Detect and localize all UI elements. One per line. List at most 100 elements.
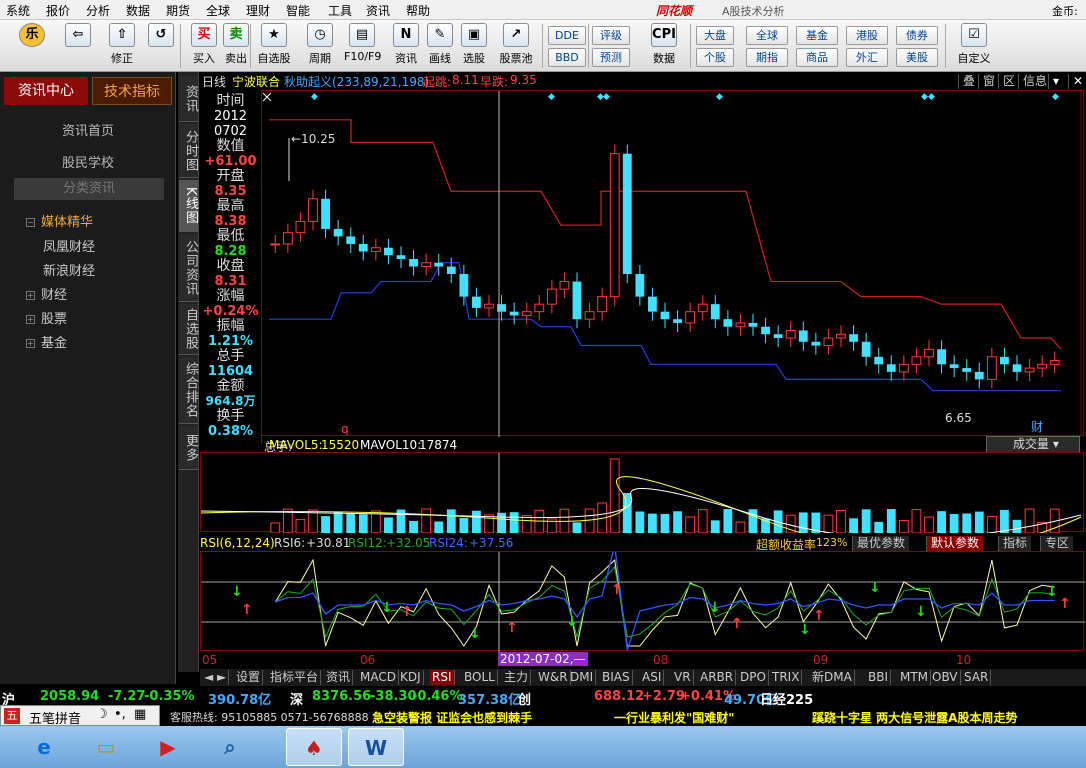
- menu-2[interactable]: 分析: [86, 2, 110, 19]
- menu-5[interactable]: 全球: [206, 2, 230, 19]
- toolbar-button-3[interactable]: ↺: [143, 23, 179, 69]
- indicator-tab-15[interactable]: TRIX: [770, 670, 803, 685]
- ime-bar[interactable]: 五 五笔拼音 ☽ •, ▦: [0, 705, 160, 727]
- tree-item-ifeng[interactable]: 凤凰财经: [43, 236, 95, 255]
- kline-chart[interactable]: ◆ ◆ ◆ ◆ ◆ ◆ ◆ ◆ ←10.25 6.65 财 q: [200, 90, 1084, 437]
- indicator-tab-2[interactable]: 资讯: [324, 670, 354, 685]
- toolbar-button-1[interactable]: ⇦: [60, 23, 96, 69]
- quick-button-0[interactable]: DDE: [548, 26, 586, 45]
- tree-item-finance[interactable]: + 财经: [26, 284, 67, 303]
- quick-button-13[interactable]: 美股: [896, 48, 938, 67]
- indicator-tab-18[interactable]: MTM: [898, 670, 932, 685]
- tab-info-center[interactable]: 资讯中心: [4, 77, 88, 105]
- range-button[interactable]: 区: [998, 74, 1019, 89]
- indicator-tab-19[interactable]: OBV: [930, 670, 961, 685]
- menu-3[interactable]: 数据: [126, 2, 150, 19]
- toolbar-button-11[interactable]: ▣ 选股: [456, 23, 492, 69]
- menu-4[interactable]: 期货: [166, 2, 190, 19]
- quick-button-8[interactable]: 基金: [796, 26, 838, 45]
- word-icon[interactable]: W: [348, 728, 404, 766]
- indicator-tab-3[interactable]: MACD: [358, 670, 399, 685]
- media-icon[interactable]: ▶: [140, 728, 196, 766]
- indicator-tab-7[interactable]: 主力: [502, 670, 532, 685]
- toolbar-button-5[interactable]: 卖卖出: [218, 23, 254, 69]
- ie-icon[interactable]: e: [16, 728, 72, 766]
- indicator-tab-8[interactable]: W&R: [536, 670, 571, 685]
- toolbar-button-2[interactable]: ⇧ 修正: [104, 23, 140, 69]
- toolbar-button-0[interactable]: 乐: [14, 23, 50, 69]
- search-app-icon[interactable]: ⌕: [202, 728, 258, 766]
- quick-button-6[interactable]: 全球: [746, 26, 788, 45]
- overlay-button[interactable]: 叠: [958, 74, 979, 89]
- indicator-button[interactable]: 指标: [998, 536, 1032, 551]
- tree-item-sina[interactable]: 新浪财经: [43, 260, 95, 279]
- indicator-tab-17[interactable]: BBI: [866, 670, 892, 685]
- menu-7[interactable]: 智能: [286, 2, 310, 19]
- window-button[interactable]: 窗: [978, 74, 999, 89]
- indicator-select[interactable]: 成交量 ▾: [986, 436, 1080, 453]
- default-params-button[interactable]: 默认参数: [926, 536, 984, 551]
- quick-button-3[interactable]: 预测: [592, 48, 630, 67]
- keyboard-icon[interactable]: ▦: [134, 707, 146, 722]
- news-item[interactable]: 一行业暴利发"国难财": [614, 709, 735, 726]
- indicator-tab-10[interactable]: BIAS: [600, 670, 633, 685]
- menu-1[interactable]: 报价: [46, 2, 70, 19]
- indicator-tab-1[interactable]: 指标平台: [268, 670, 322, 685]
- tree-item-funds[interactable]: + 基金: [26, 332, 67, 351]
- toolbar-button-8[interactable]: ▤ F10/F9: [344, 23, 381, 69]
- quick-button-9[interactable]: 商品: [796, 48, 838, 67]
- toolbar-button-7[interactable]: ◷ 周期: [302, 23, 338, 69]
- vtab-5[interactable]: 综合排名: [179, 357, 198, 424]
- toolbar-button-14[interactable]: ☑ 自定义: [956, 23, 992, 69]
- indicator-tab-0[interactable]: 设置: [234, 670, 264, 685]
- toolbar-button-9[interactable]: N 资讯: [388, 23, 424, 69]
- optimal-params-button[interactable]: 最优参数: [852, 536, 910, 551]
- link-investor-school[interactable]: 股民学校: [0, 152, 176, 171]
- folder-icon[interactable]: ▭: [78, 728, 134, 766]
- indicator-tab-14[interactable]: DPO: [738, 670, 769, 685]
- quick-button-12[interactable]: 债券: [896, 26, 938, 45]
- close-icon[interactable]: ✕: [1068, 74, 1086, 89]
- zone-button[interactable]: 专区: [1040, 536, 1074, 551]
- quick-button-1[interactable]: BBD: [548, 48, 586, 67]
- vtab-4[interactable]: 自选股: [179, 304, 198, 355]
- vtab-0[interactable]: 资讯: [179, 76, 198, 122]
- toolbar-button-6[interactable]: ★ 自选股: [256, 23, 292, 69]
- vtab-1[interactable]: 分时图: [179, 124, 198, 178]
- indicator-tab-12[interactable]: VR: [672, 670, 694, 685]
- rsi-chart[interactable]: ↓ ↑ ↓ ↑ ↓ ↑ ↓ ↑ ↓ ↑ ↓ ↑ ↓ ↓ ↓ ↑: [200, 544, 1085, 652]
- quick-button-7[interactable]: 期指: [746, 48, 788, 67]
- quick-button-5[interactable]: 个股: [696, 48, 734, 67]
- vtab-6[interactable]: 更多: [179, 426, 198, 470]
- indicator-tab-20[interactable]: SAR: [962, 670, 992, 685]
- dropdown-icon[interactable]: ▾: [1048, 74, 1063, 89]
- cards-icon[interactable]: ♠: [286, 728, 342, 766]
- toolbar-button-13[interactable]: CPI 数据: [646, 23, 682, 69]
- quick-button-10[interactable]: 港股: [846, 26, 888, 45]
- category-header[interactable]: 分类资讯: [14, 178, 164, 200]
- menu-8[interactable]: 工具: [328, 2, 352, 19]
- menu-6[interactable]: 理财: [246, 2, 270, 19]
- tree-item-stocks[interactable]: + 股票: [26, 308, 67, 327]
- indicator-tab-6[interactable]: BOLL: [462, 670, 498, 685]
- toolbar-button-10[interactable]: ✎ 画线: [422, 23, 458, 69]
- menu-0[interactable]: 系统: [6, 2, 30, 19]
- quick-button-2[interactable]: 评级: [592, 26, 630, 45]
- indicator-tab-9[interactable]: DMI: [568, 670, 597, 685]
- news-item[interactable]: 急空装警报 证监会也感到棘手: [372, 709, 532, 726]
- toolbar-button-12[interactable]: ↗ 股票池: [498, 23, 534, 69]
- tab-scroll-arrows[interactable]: ◄ ►: [202, 670, 230, 685]
- indicator-tab-11[interactable]: ASI: [640, 670, 665, 685]
- vtab-3[interactable]: 公司资讯: [179, 234, 198, 302]
- menu-9[interactable]: 资讯: [366, 2, 390, 19]
- moon-icon[interactable]: ☽: [96, 707, 108, 722]
- tab-tech-indicators[interactable]: 技术指标: [92, 77, 172, 105]
- menu-10[interactable]: 帮助: [406, 2, 430, 19]
- toolbar-button-4[interactable]: 买买入: [186, 23, 222, 69]
- link-info-home[interactable]: 资讯首页: [0, 120, 176, 139]
- vtab-2[interactable]: K线图: [179, 180, 198, 232]
- quick-button-4[interactable]: 大盘: [696, 26, 734, 45]
- indicator-tab-16[interactable]: 新DMA: [810, 670, 855, 685]
- indicator-tab-5[interactable]: RSI: [430, 670, 455, 685]
- punct-icon[interactable]: •,: [114, 707, 126, 722]
